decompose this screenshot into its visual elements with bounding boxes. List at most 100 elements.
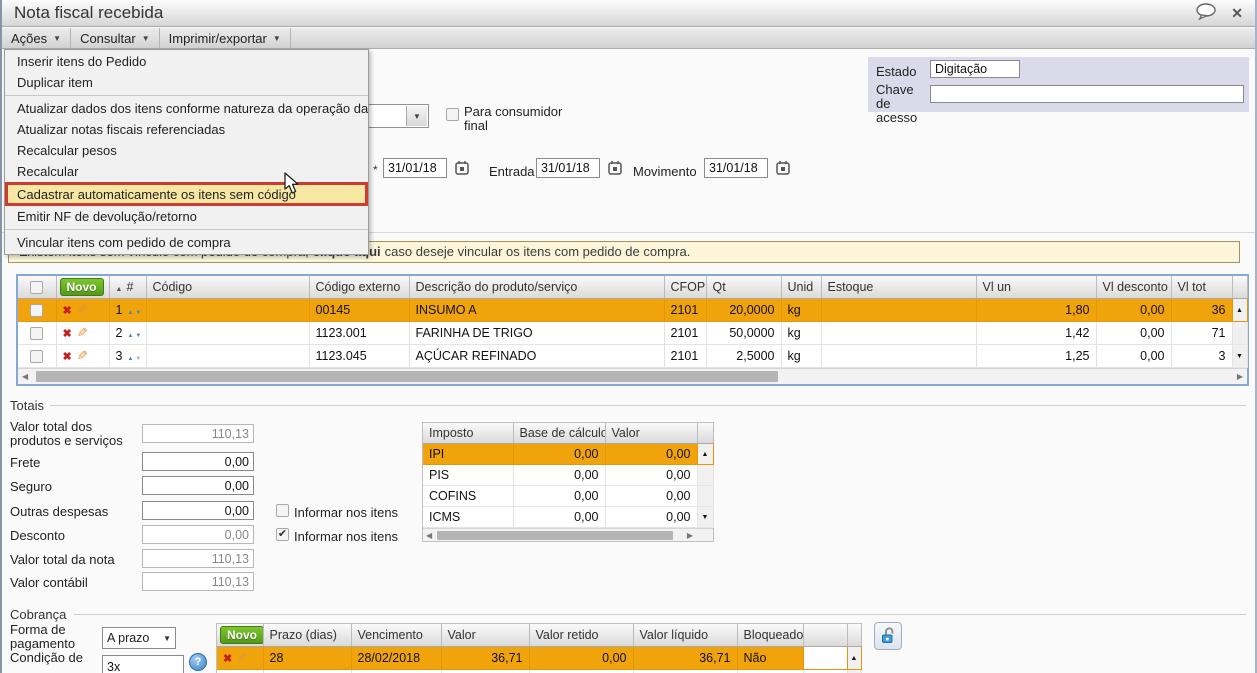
table-row[interactable]: ✖ ✎ 1 ▲ ▼ 00145 INSUMO A 2101 20,0000 kg 1,…	[18, 298, 1248, 322]
cell-prazo: 28	[263, 646, 352, 670]
table-row[interactable]: COFINS 0,00 0,00	[423, 485, 714, 507]
scroll-up-icon[interactable]: ▲	[697, 443, 714, 465]
row-checkbox[interactable]	[30, 327, 44, 341]
menu-item-recalcular[interactable]: Recalcular	[5, 161, 368, 182]
col-qt[interactable]: Qt	[706, 276, 782, 299]
table-row[interactable]: ✖ ✎ 3 ▲▼ 1123.045 AÇÚCAR REFINADO 2101 2,5…	[18, 344, 1248, 368]
calendar-icon[interactable]	[607, 160, 623, 179]
menu-consultar-button[interactable]: Consultar ▼	[71, 28, 160, 48]
edit-pencil-icon[interactable]: ✎	[77, 302, 88, 318]
frete-field[interactable]	[142, 452, 254, 471]
lock-button[interactable]	[874, 622, 902, 650]
col-imposto[interactable]: Imposto	[423, 423, 514, 444]
col-cfop[interactable]: CFOP	[664, 276, 707, 299]
delete-icon[interactable]: ✖	[63, 328, 72, 340]
emissao-date-field[interactable]	[383, 158, 447, 178]
para-consumidor-final-checkbox[interactable]	[446, 108, 459, 121]
col-num[interactable]: #	[126, 280, 133, 294]
scroll-down-icon[interactable]: ▼	[697, 506, 714, 528]
entrada-date-field[interactable]	[536, 158, 600, 178]
scroll-left-icon[interactable]: ◀	[426, 531, 432, 540]
delete-icon[interactable]: ✖	[63, 351, 72, 363]
col-valor[interactable]: Valor	[605, 423, 698, 444]
select-all-checkbox[interactable]	[30, 281, 44, 295]
table-row[interactable]: ✖✎	[217, 669, 862, 673]
cell-imposto: COFINS	[423, 485, 514, 507]
row-checkbox[interactable]	[30, 350, 44, 364]
scroll-right-icon[interactable]: ▶	[687, 531, 693, 540]
calendar-icon[interactable]	[775, 160, 791, 179]
desconto-label: Desconto	[10, 528, 65, 543]
col-vl-un[interactable]: Vl un	[976, 276, 1097, 299]
col-codigo[interactable]: Código	[146, 276, 310, 299]
table-row[interactable]: IPI 0,00 0,00 ▲	[423, 443, 714, 465]
cell-vl-desconto: 0,00	[1096, 321, 1172, 345]
move-down-icon[interactable]: ▼	[135, 356, 143, 362]
scrollbar-thumb[interactable]	[437, 531, 673, 540]
col-valor-liquido[interactable]: Valor líquido	[633, 624, 738, 647]
col-base-calculo[interactable]: Base de cálculo	[513, 423, 606, 444]
delete-icon[interactable]: ✖	[63, 305, 72, 317]
movimento-date-field[interactable]	[704, 158, 768, 178]
col-vencimento[interactable]: Vencimento	[351, 624, 442, 647]
menu-item-vincular-itens[interactable]: Vincular itens com pedido de compra	[5, 232, 368, 253]
new-parcela-button[interactable]: Novo	[220, 626, 262, 644]
menu-item-recalcular-pesos[interactable]: Recalcular pesos	[5, 140, 368, 161]
table-row[interactable]: ✖ ✎ 28 28/02/2018 36,71 0,00 36,71 Não ▲	[217, 646, 862, 670]
menu-item-cadastrar-automaticamente[interactable]: Cadastrar automaticamente os itens sem c…	[5, 182, 368, 206]
scroll-right-icon[interactable]: ▶	[1237, 372, 1243, 381]
comment-icon[interactable]	[1195, 3, 1217, 23]
col-bloqueado[interactable]: Bloqueado	[737, 624, 804, 647]
table-row[interactable]: ✖ ✎ 2 ▲▼ 1123.001 FARINHA DE TRIGO 2101 50…	[18, 321, 1248, 345]
scroll-up-icon[interactable]: ▲	[847, 646, 862, 670]
estado-field[interactable]	[930, 60, 1020, 78]
scroll-down-icon[interactable]: ▼	[1232, 344, 1248, 368]
seguro-field[interactable]	[142, 476, 254, 495]
chevron-down-icon[interactable]: ▼	[406, 106, 427, 126]
cell-vl-un: 1,25	[976, 344, 1097, 368]
col-valor[interactable]: Valor	[441, 624, 530, 647]
menu-item-atualizar-dados[interactable]: Atualizar dados dos itens conforme natur…	[5, 98, 368, 119]
col-valor-retido[interactable]: Valor retido	[529, 624, 634, 647]
menu-item-emitir-nf-devolucao[interactable]: Emitir NF de devolução/retorno	[5, 206, 368, 227]
menu-item-duplicar-item[interactable]: Duplicar item	[5, 72, 368, 93]
move-down-icon[interactable]: ▼	[135, 333, 143, 339]
col-codigo-externo[interactable]: Código externo	[309, 276, 410, 299]
scrollbar-thumb[interactable]	[36, 371, 778, 382]
table-row[interactable]: PIS 0,00 0,00	[423, 464, 714, 486]
edit-pencil-icon[interactable]: ✎	[77, 325, 88, 341]
col-vl-tot[interactable]: Vl tot	[1171, 276, 1233, 299]
forma-pagamento-select[interactable]: A prazo ▼	[102, 627, 176, 649]
menu-item-inserir-itens[interactable]: Inserir itens do Pedido	[5, 51, 368, 72]
col-prazo[interactable]: Prazo (dias)	[263, 624, 352, 647]
horizontal-scrollbar[interactable]: ◀ ▶	[18, 368, 1247, 384]
menu-imprimir-exportar-button[interactable]: Imprimir/exportar ▼	[160, 28, 291, 48]
new-item-button[interactable]: Novo	[59, 278, 104, 296]
informar-nos-itens-checkbox[interactable]	[276, 504, 289, 517]
col-vl-desconto[interactable]: Vl desconto	[1096, 276, 1172, 299]
informar-nos-itens-checkbox-checked[interactable]: ✔	[276, 528, 289, 541]
chave-acesso-field[interactable]	[930, 85, 1244, 103]
table-row[interactable]: ICMS 0,00 0,00 ▼	[423, 506, 714, 528]
edit-pencil-icon[interactable]: ✎	[237, 650, 248, 666]
outras-despesas-field[interactable]	[142, 501, 254, 520]
cell-base: 0,00	[513, 485, 606, 507]
edit-pencil-icon[interactable]: ✎	[77, 348, 88, 364]
cell-valor: 0,00	[605, 506, 698, 528]
move-down-icon[interactable]: ▼	[135, 310, 143, 316]
col-estoque[interactable]: Estoque	[821, 276, 977, 299]
condicao-pagamento-field[interactable]	[102, 655, 184, 673]
help-icon[interactable]: ?	[189, 653, 207, 671]
scroll-up-icon[interactable]: ▲	[1232, 298, 1248, 322]
horizontal-scrollbar[interactable]: ◀ ▶	[423, 528, 713, 541]
close-icon[interactable]: ✕	[1231, 5, 1243, 22]
calendar-icon[interactable]	[454, 160, 470, 179]
delete-icon[interactable]: ✖	[223, 653, 232, 665]
col-descricao[interactable]: Descrição do produto/serviço	[409, 276, 665, 299]
menu-acoes-button[interactable]: Ações ▼	[2, 28, 72, 48]
cell-bloqueado: Não	[737, 646, 804, 670]
row-checkbox[interactable]	[30, 304, 44, 318]
scroll-left-icon[interactable]: ◀	[22, 372, 28, 381]
col-unid[interactable]: Unid	[781, 276, 822, 299]
menu-item-atualizar-notas[interactable]: Atualizar notas fiscais referenciadas	[5, 119, 368, 140]
